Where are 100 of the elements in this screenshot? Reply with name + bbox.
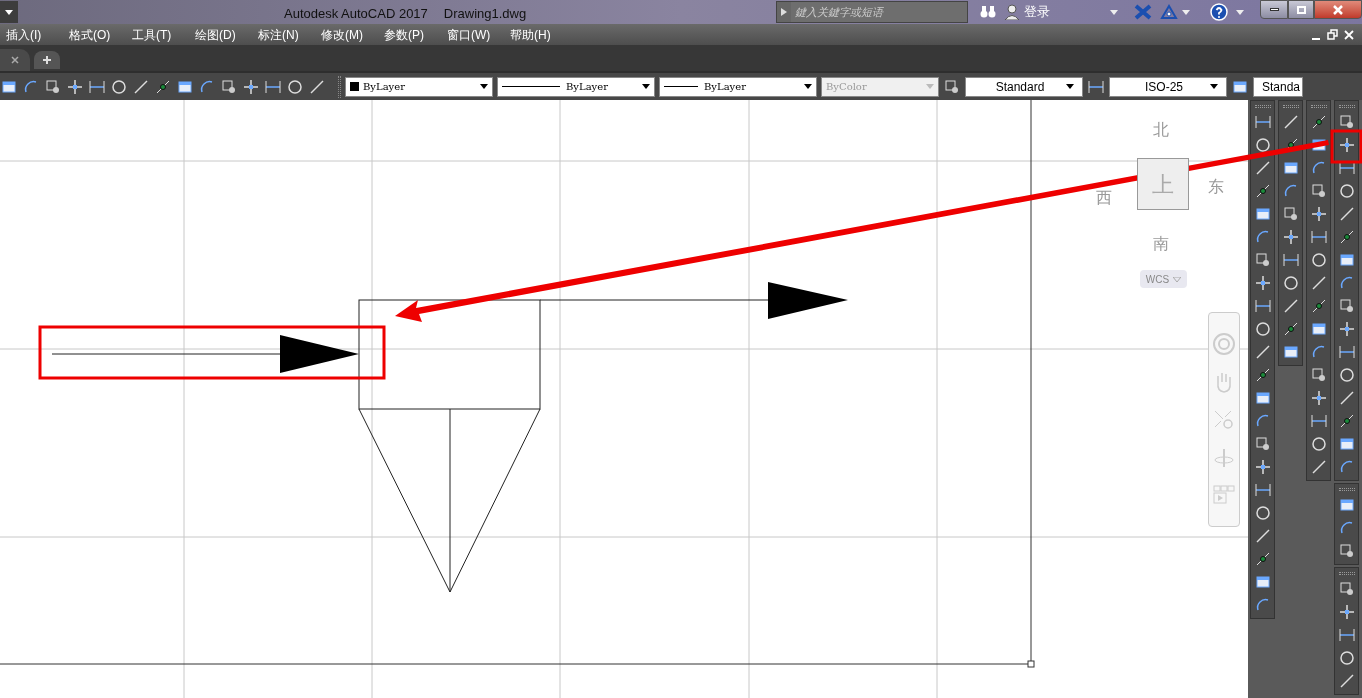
grip-handle[interactable] (1338, 105, 1355, 108)
circle-icon[interactable] (1337, 649, 1356, 667)
search-field[interactable]: 鍵入关鍵字或短语 (776, 1, 968, 23)
property-dropdown[interactable]: ByLayer (497, 76, 655, 97)
panel-icon[interactable] (1281, 343, 1300, 361)
panel-icon[interactable] (1337, 496, 1356, 514)
panel-icon[interactable] (1309, 320, 1328, 338)
expand-icon (781, 8, 787, 16)
circle-icon[interactable] (1337, 182, 1356, 200)
line-sample (664, 86, 698, 87)
menu-item[interactable]: 窗口(W) (447, 25, 510, 44)
dropdown-value: Standa (1262, 78, 1301, 96)
move-icon[interactable] (1337, 603, 1356, 621)
dimension-icon[interactable] (1253, 113, 1272, 131)
caret-icon[interactable] (1110, 9, 1118, 15)
circle-icon[interactable] (286, 77, 304, 96)
new-tab-button[interactable] (34, 51, 60, 69)
caret-icon (804, 84, 812, 89)
corner-grip[interactable] (1027, 660, 1035, 668)
menu-item[interactable]: 修改(M) (321, 25, 384, 44)
restore-button[interactable] (1288, 0, 1314, 19)
caret-icon (480, 84, 488, 89)
grip-handle[interactable] (1310, 105, 1327, 108)
dimension-icon[interactable] (1309, 412, 1328, 430)
user-icon[interactable] (1004, 4, 1020, 20)
grip-handle[interactable] (1282, 105, 1299, 108)
close-icon[interactable] (11, 56, 19, 64)
circle-icon[interactable] (1309, 251, 1328, 269)
property-dropdown[interactable]: ByLayer (345, 76, 493, 97)
line-sample (502, 86, 560, 87)
circle-icon[interactable] (1281, 274, 1300, 292)
circle-icon[interactable] (110, 77, 128, 96)
menu-item[interactable]: 插入(I) (6, 25, 69, 44)
property-dropdown[interactable]: ByLayer (659, 76, 817, 97)
style-dropdown[interactable]: Standard (965, 76, 1083, 97)
line-icon[interactable] (132, 77, 150, 96)
circle-icon[interactable] (1253, 504, 1272, 522)
close-button[interactable] (1314, 0, 1362, 19)
dropdown-value: ByColor (826, 80, 867, 94)
line-icon[interactable] (308, 77, 326, 96)
move-icon[interactable] (1337, 136, 1356, 154)
dimension-icon[interactable] (1281, 251, 1300, 269)
caret-icon (926, 84, 934, 89)
style-dropdown[interactable]: Standa (1253, 76, 1303, 97)
dimension-icon[interactable] (1253, 297, 1272, 315)
application-menu-button[interactable] (0, 1, 18, 23)
circle-icon[interactable] (1253, 320, 1272, 338)
close-icon (1333, 4, 1343, 15)
caret-icon[interactable] (1236, 9, 1244, 15)
circle-icon[interactable] (1337, 366, 1356, 384)
caret-icon (5, 9, 13, 15)
grip-handle[interactable] (1254, 105, 1271, 108)
dropdown-value: ByLayer (566, 80, 608, 94)
panel-icon[interactable] (1253, 389, 1272, 407)
highlight-frame (1330, 129, 1362, 164)
style-dropdown[interactable]: ISO-25 (1109, 76, 1227, 97)
menu-item[interactable]: 帮助(H) (510, 25, 573, 44)
dimension-icon[interactable] (1309, 228, 1328, 246)
caret-icon (642, 84, 650, 89)
move-icon[interactable] (66, 77, 84, 96)
caret-icon[interactable] (1182, 9, 1190, 15)
move-icon[interactable] (1309, 389, 1328, 407)
caret-icon (1210, 84, 1218, 89)
grip-handle[interactable] (1338, 572, 1355, 575)
grip-handle[interactable] (1338, 488, 1355, 491)
dropdown-value: ByLayer (363, 80, 405, 94)
dimension-icon[interactable] (1337, 343, 1356, 361)
menu-item[interactable]: 绘图(D) (195, 25, 258, 44)
menu-item[interactable]: 格式(O) (69, 25, 132, 44)
move-icon[interactable] (1309, 205, 1328, 223)
dimension-icon[interactable] (1337, 626, 1356, 644)
dropdown-value: ByLayer (704, 80, 746, 94)
move-icon[interactable] (1337, 320, 1356, 338)
restore-icon[interactable] (1327, 29, 1338, 40)
dropdown-value: ISO-25 (1145, 78, 1183, 96)
plus-icon (42, 55, 52, 65)
panel-icon[interactable] (1337, 251, 1356, 269)
circle-icon[interactable] (1309, 435, 1328, 453)
move-icon[interactable] (242, 77, 260, 96)
color-swatch (350, 82, 359, 91)
menu-item[interactable]: 工具(T) (132, 25, 195, 44)
move-icon[interactable] (1253, 458, 1272, 476)
caret-icon (1173, 276, 1182, 282)
circle-icon[interactable] (1253, 136, 1272, 154)
login-link[interactable]: 登录 (1024, 2, 1106, 22)
move-icon[interactable] (1253, 274, 1272, 292)
minimize-button[interactable] (1260, 0, 1288, 19)
menu-item[interactable]: 参数(P) (384, 25, 447, 44)
panel-icon[interactable] (1281, 159, 1300, 177)
document-name: Drawing1.dwg (443, 5, 527, 23)
menu-item[interactable]: 标注(N) (258, 25, 321, 44)
move-icon[interactable] (1281, 228, 1300, 246)
window-title: Autodesk AutoCAD 2017 (284, 5, 428, 23)
panel-icon[interactable] (1253, 205, 1272, 223)
help-icon[interactable] (1210, 3, 1228, 21)
panel-icon[interactable] (1337, 435, 1356, 453)
dimension-icon[interactable] (1253, 481, 1272, 499)
binoculars-icon[interactable] (980, 5, 996, 19)
dropdown-value: Standard (995, 78, 1045, 96)
panel-icon[interactable] (1253, 573, 1272, 591)
